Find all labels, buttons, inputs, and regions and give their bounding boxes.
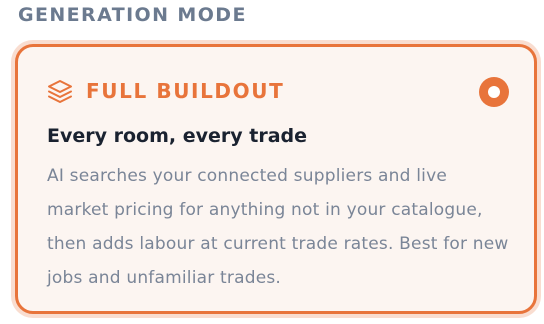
radio-indicator <box>488 86 500 98</box>
option-subtitle: Every room, every trade <box>47 125 308 147</box>
option-header: FULL BUILDOUT <box>46 77 284 105</box>
selected-radio-button[interactable] <box>479 77 509 107</box>
layers-icon <box>46 77 74 105</box>
mode-option-card[interactable]: FULL BUILDOUT Every room, every trade AI… <box>15 44 537 314</box>
section-label: GENERATION MODE <box>18 4 247 26</box>
option-title: FULL BUILDOUT <box>86 79 285 103</box>
option-description: AI searches your connected suppliers and… <box>47 166 509 288</box>
